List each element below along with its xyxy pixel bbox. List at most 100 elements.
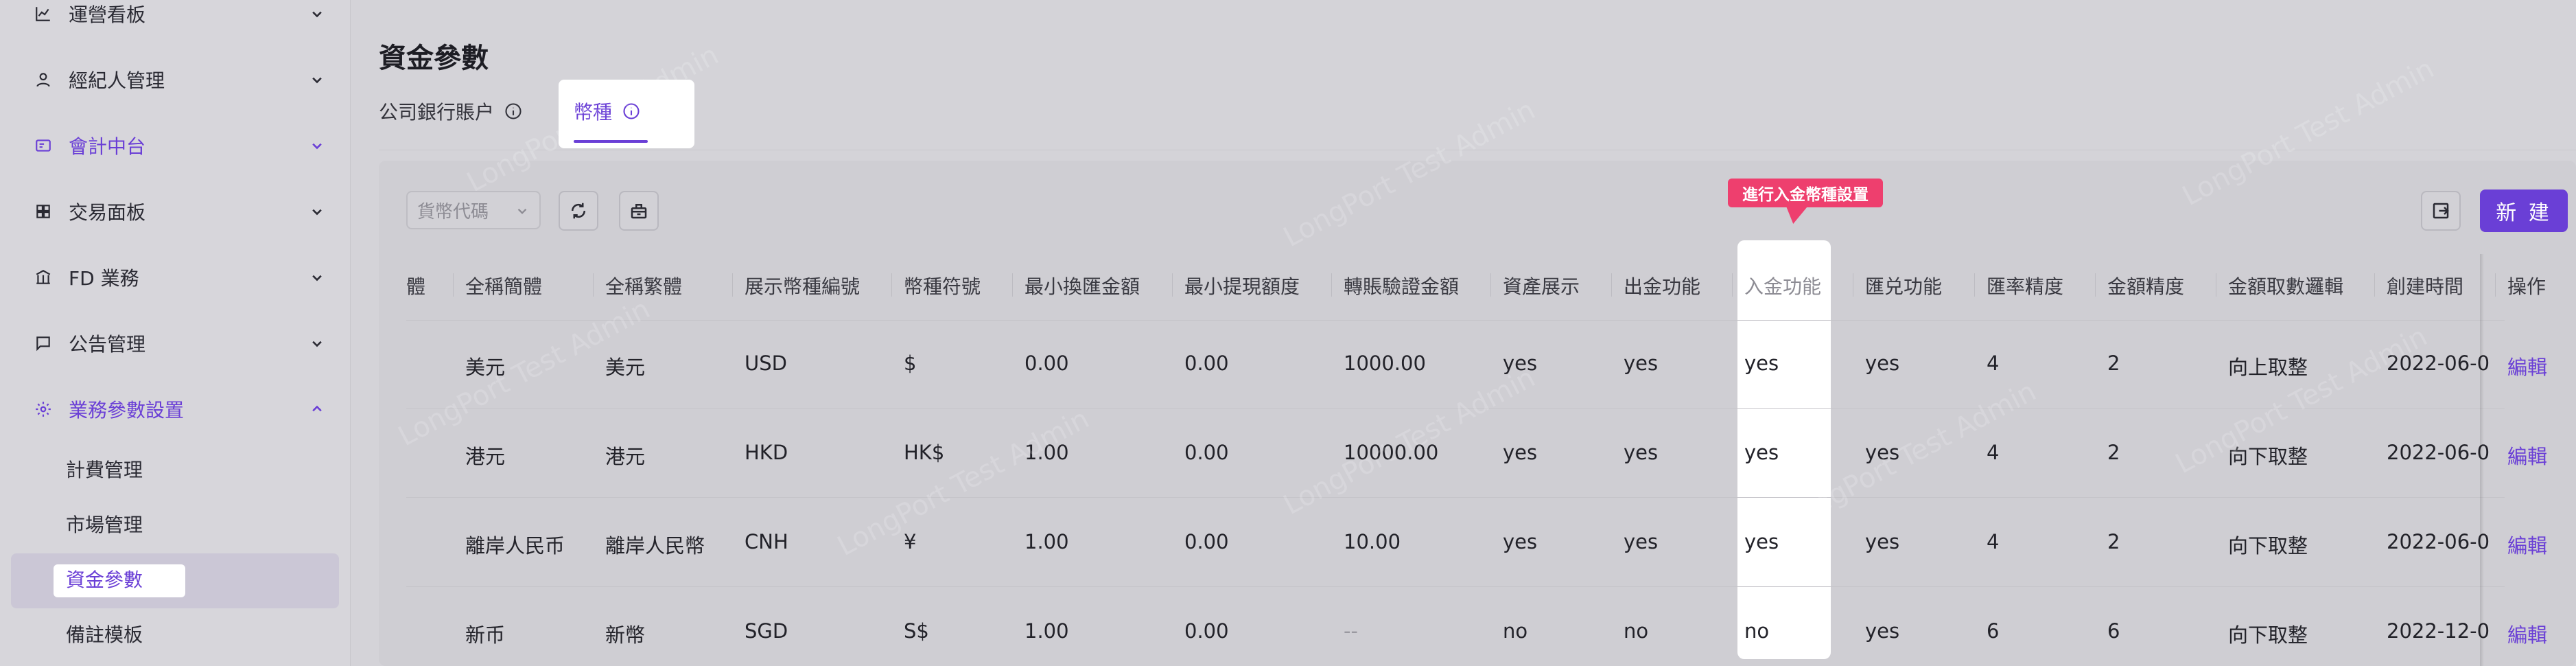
column-header: 匯兑功能 [1865,275,1943,298]
row-divider [406,497,2505,498]
table-cell: yes [1503,530,1538,553]
info-icon [505,103,522,119]
currency-code-select[interactable]: 貨幣代碼 [406,191,541,229]
ledger-icon [33,135,54,156]
message-icon [33,333,54,354]
column-separator [2095,273,2096,297]
table-cell: 2 [2107,352,2120,375]
row-divider [406,320,2505,321]
table-cell: 0.00 [1184,530,1229,553]
column-separator [453,273,454,297]
export-icon [2433,203,2449,219]
table-cell: 2022-06-0 [2387,530,2490,553]
sidebar-item-accounting[interactable]: 會計中台 [33,125,335,166]
table-cell: USD [745,352,787,375]
sidebar-item-trading-panel[interactable]: 交易面板 [33,191,335,232]
column-separator [593,273,594,297]
table-cell: -- [1344,619,1358,643]
table-cell: HK$ [904,441,945,464]
sidebar: 運營看板 經紀人管理 會計中台 交易面板 FD 業務 公告管理 業務參數設置 計… [0,0,351,666]
edit-link[interactable]: 編輯 [2507,352,2547,380]
table-cell: no [1744,619,1770,643]
chevron-down-icon [312,143,322,150]
sidebar-item-broker-management[interactable]: 經紀人管理 [33,59,335,100]
column-header: 幣種符號 [904,275,981,298]
table-cell: 4 [1987,530,2000,553]
chevron-down-icon [312,275,322,282]
sidebar-item-fd-business[interactable]: FD 業務 [33,257,335,298]
bank-icon [33,267,54,288]
table-cell: yes [1744,441,1779,464]
table-cell: $ [904,352,917,375]
column-header: 出金功能 [1624,275,1701,298]
tab-company-bank-accounts[interactable]: 公司銀行賬户 [379,97,523,125]
table-cell: 0.00 [1184,619,1229,643]
sidebar-item-announcements[interactable]: 公告管理 [33,323,335,364]
sidebar-subitem-funding-params[interactable]: 資金參數 [66,563,143,597]
table-cell: no [1624,619,1649,643]
export-button[interactable] [2421,191,2461,231]
clear-filter-icon [631,204,647,219]
chart-line-icon [33,3,54,24]
tab-label: 公司銀行賬户 [379,101,495,124]
user-icon [33,69,54,90]
chevron-down-icon [312,11,322,18]
new-button[interactable]: 新 建 [2480,190,2568,232]
table-cell: yes [1624,352,1659,375]
chevron-down-icon [312,209,322,216]
table-cell: ¥ [904,530,917,553]
fixed-column-shadow [2480,254,2484,666]
clear-button[interactable] [619,191,659,231]
row-divider [406,586,2505,587]
table-cell: 離岸人民币 [465,534,565,558]
sidebar-item-label: 業務參數設置 [69,399,185,422]
column-separator [732,273,733,297]
column-header: 金額取數邏輯 [2228,275,2344,298]
page-title: 資金參數 [379,43,489,74]
table-cell: 6 [1987,619,2000,643]
column-separator [1490,273,1491,297]
column-header: 創建時間 [2387,275,2464,298]
sidebar-item-operations-dashboard[interactable]: 運營看板 [33,0,335,34]
sidebar-item-business-params[interactable]: 業務參數設置 [33,389,335,430]
sidebar-subitem-remark-templates[interactable]: 備註模板 [66,618,143,652]
refresh-button[interactable] [559,191,598,231]
table-cell: 港元 [465,445,506,468]
tooltip: 進行入金幣種設置 [1728,179,1883,207]
sidebar-item-label: 會計中台 [69,135,146,158]
table-cell: 0.00 [1184,441,1229,464]
column-separator [1012,273,1013,297]
table-cell: 0.00 [1024,352,1069,375]
table-cell: 2 [2107,530,2120,553]
column-separator [2374,273,2375,297]
column-header: 金額精度 [2107,275,2185,298]
table-cell: 2 [2107,441,2120,464]
column-header: 匯率精度 [1987,275,2064,298]
table-cell: 2022-12-0 [2387,619,2490,643]
table-cell: 4 [1987,352,2000,375]
column-separator [1611,273,1612,297]
table-cell: yes [1865,530,1900,553]
sidebar-item-label: 交易面板 [69,201,146,224]
sidebar-subitem-billing[interactable]: 計費管理 [66,453,143,487]
column-header: 最小換匯金額 [1024,275,1140,298]
tooltip-arrow [1782,206,1808,224]
edit-link[interactable]: 編輯 [2507,441,2547,470]
column-header: 資產展示 [1503,275,1580,298]
table-cell: 1.00 [1024,530,1069,553]
sidebar-subitem-markets[interactable]: 市場管理 [66,508,143,542]
column-separator [2495,273,2496,297]
edit-link[interactable]: 編輯 [2507,619,2547,648]
table-cell: 向下取整 [2228,623,2308,647]
column-header: 入金功能 [1744,275,1822,298]
grid-icon [33,201,54,222]
select-placeholder: 貨幣代碼 [417,201,489,222]
column-header: 體 [406,275,426,298]
table-cell: 2022-06-0 [2387,441,2490,464]
column-separator [1331,273,1332,297]
table-cell: 1.00 [1024,619,1069,643]
column-separator [1974,273,1975,297]
edit-link[interactable]: 編輯 [2507,530,2547,559]
table-cell: no [1503,619,1528,643]
column-separator [1732,273,1733,297]
